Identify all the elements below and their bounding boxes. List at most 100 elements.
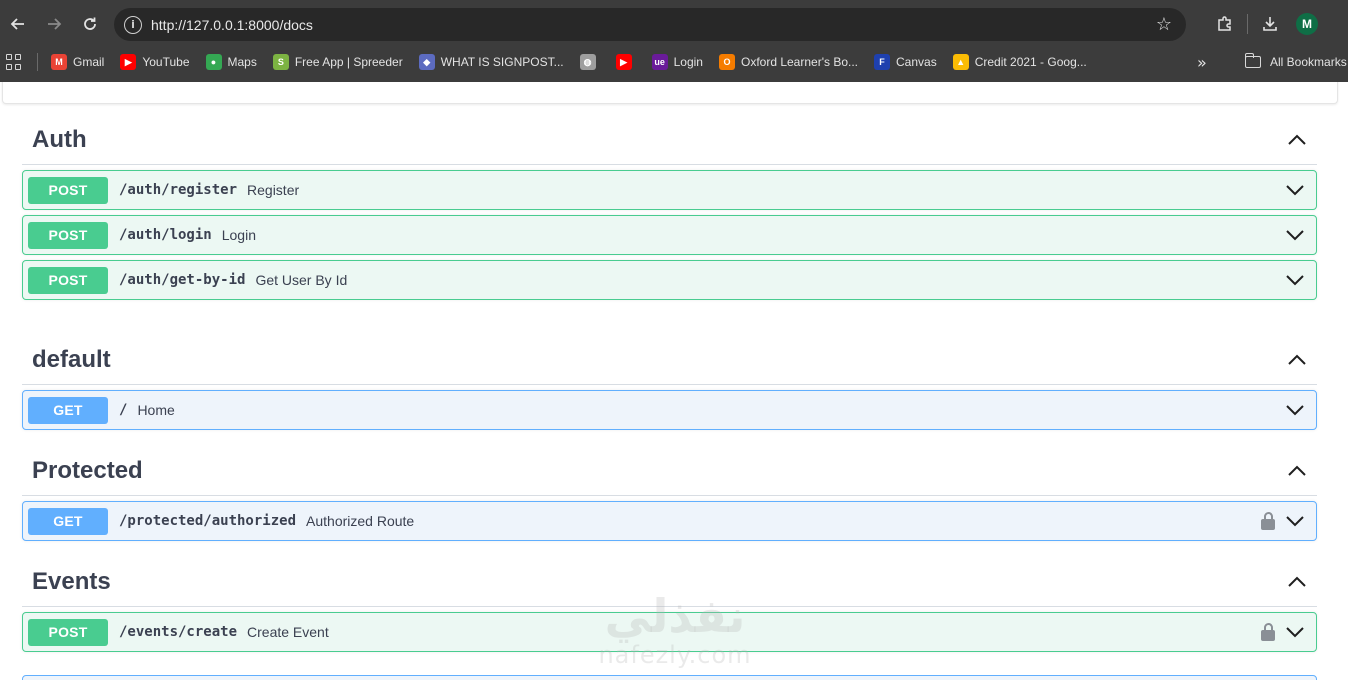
operation-post[interactable]: POST/auth/login Login bbox=[22, 215, 1317, 255]
tag-section-auth: Auth POST/auth/register Register POST/auth/… bbox=[22, 115, 1317, 300]
tag-header[interactable]: Auth bbox=[22, 115, 1317, 165]
endpoint-path: /auth/get-by-id bbox=[119, 272, 246, 288]
chevron-up-icon[interactable] bbox=[1277, 120, 1317, 160]
download-icon bbox=[1263, 17, 1277, 31]
profile-avatar[interactable]: M bbox=[1296, 13, 1318, 35]
endpoint-summary: Login bbox=[221, 227, 256, 243]
maps-icon: ● bbox=[205, 54, 222, 70]
tag-title: default bbox=[32, 345, 111, 373]
operation-controls bbox=[1284, 216, 1306, 254]
endpoint-path: /events/create bbox=[119, 624, 238, 640]
browser-chrome: i http://127.0.0.1:8000/docs ☆ M M Gmail ▶… bbox=[0, 0, 1348, 82]
chevron-down-icon[interactable] bbox=[1284, 621, 1306, 643]
forward-arrow-icon bbox=[48, 18, 62, 30]
operation-controls bbox=[1284, 261, 1306, 299]
bookmark-item[interactable]: ● Maps bbox=[205, 50, 257, 74]
folder-icon bbox=[1244, 53, 1261, 68]
bookmark-item[interactable]: O Oxford Learner's Bo... bbox=[718, 50, 858, 74]
info-card-bottom-edge bbox=[2, 82, 1338, 104]
bookmark-item[interactable]: M Gmail bbox=[51, 50, 104, 74]
chevron-down-icon[interactable] bbox=[1284, 510, 1306, 532]
swagger-docs-page: Auth POST/auth/register Register POST/auth/… bbox=[0, 82, 1348, 680]
endpoint-summary: Authorized Route bbox=[306, 513, 415, 529]
tag-section-protected: Protected GET/protected/authorized Authori… bbox=[22, 446, 1317, 541]
google-drive-icon: ▲ bbox=[952, 54, 969, 70]
operation-controls bbox=[1284, 171, 1306, 209]
all-bookmarks-label: All Bookmarks bbox=[1270, 55, 1347, 69]
chevron-up-icon[interactable] bbox=[1277, 562, 1317, 602]
chevron-down-icon[interactable] bbox=[1284, 269, 1306, 291]
all-bookmarks-button[interactable]: All Bookmarks bbox=[1244, 48, 1347, 76]
youtube-icon: ▶ bbox=[615, 54, 632, 70]
tag-title: Auth bbox=[32, 125, 87, 153]
bookmark-item[interactable]: ue Login bbox=[651, 50, 703, 74]
login-icon: ue bbox=[651, 54, 668, 70]
operation-post[interactable]: POST/auth/register Register bbox=[22, 170, 1317, 210]
operation-partial[interactable] bbox=[22, 675, 1317, 680]
bookmark-item[interactable]: ▶ YouTube bbox=[120, 50, 190, 74]
canvas-icon: F bbox=[874, 54, 890, 70]
endpoint-path: /auth/register bbox=[119, 182, 238, 198]
chevron-down-icon[interactable] bbox=[1284, 399, 1306, 421]
endpoint-summary: Create Event bbox=[247, 624, 329, 640]
downloads-button[interactable] bbox=[1252, 6, 1288, 42]
operation-controls bbox=[1260, 502, 1306, 540]
more-bookmarks-button[interactable]: » bbox=[1197, 48, 1207, 76]
endpoint-summary: Get User By Id bbox=[255, 272, 348, 288]
bookmark-label: WHAT IS SIGNPOST... bbox=[440, 55, 564, 69]
bookmark-item[interactable]: ◆ WHAT IS SIGNPOST... bbox=[418, 50, 564, 74]
menu-button[interactable] bbox=[1326, 6, 1348, 42]
oxford-icon: O bbox=[718, 54, 735, 70]
tag-section-default: default GET / Home bbox=[22, 335, 1317, 430]
bookmark-label: Gmail bbox=[73, 55, 105, 69]
spreeder-icon: S bbox=[272, 54, 289, 70]
reload-button[interactable] bbox=[72, 6, 108, 42]
method-badge: POST bbox=[28, 266, 108, 294]
method-badge: GET bbox=[28, 507, 108, 535]
operation-get[interactable]: GET/protected/authorized Authorized Route bbox=[22, 501, 1317, 541]
chevron-up-icon[interactable] bbox=[1277, 340, 1317, 380]
tag-header[interactable]: Protected bbox=[22, 446, 1317, 496]
back-arrow-icon bbox=[10, 18, 24, 30]
method-badge: GET bbox=[28, 396, 108, 424]
method-badge: POST bbox=[28, 176, 108, 204]
site-info-icon[interactable]: i bbox=[124, 15, 142, 34]
bookmark-item[interactable]: F Canvas bbox=[874, 50, 937, 74]
operation-controls bbox=[1260, 613, 1306, 651]
operation-get[interactable]: GET / Home bbox=[22, 390, 1317, 430]
chevron-down-icon[interactable] bbox=[1284, 224, 1306, 246]
apps-grid-icon[interactable] bbox=[6, 54, 22, 70]
method-badge: POST bbox=[28, 618, 108, 646]
endpoint-path: /auth/login bbox=[119, 227, 212, 243]
bookmark-item[interactable]: ▲ Credit 2021 - Goog... bbox=[952, 50, 1087, 74]
extensions-button[interactable] bbox=[1207, 6, 1243, 42]
forward-button[interactable] bbox=[36, 6, 72, 42]
bookmark-list: M Gmail ▶ YouTube ● Maps S Free App | Spreeder ◆… bbox=[51, 50, 1103, 74]
back-button[interactable] bbox=[0, 6, 36, 42]
bookmark-label: Free App | Spreeder bbox=[294, 55, 403, 69]
bookmark-item[interactable]: S Free App | Spreeder bbox=[272, 50, 403, 74]
operation-post[interactable]: POST/events/create Create Event bbox=[22, 612, 1317, 652]
bookmarks-bar: M Gmail ▶ YouTube ● Maps S Free App | Spreeder ◆… bbox=[0, 48, 1348, 76]
endpoint-path: / bbox=[119, 402, 128, 418]
address-bar[interactable]: i http://127.0.0.1:8000/docs ☆ bbox=[114, 8, 1186, 41]
tag-header[interactable]: default bbox=[22, 335, 1317, 385]
tag-title: Events bbox=[32, 567, 111, 595]
url-text[interactable]: http://127.0.0.1:8000/docs bbox=[151, 17, 313, 33]
bookmark-item[interactable]: ◍ bbox=[579, 50, 602, 74]
method-badge: POST bbox=[28, 221, 108, 249]
operation-controls bbox=[1284, 391, 1306, 429]
signpost-icon: ◆ bbox=[418, 54, 435, 70]
bookmark-star-icon[interactable]: ☆ bbox=[1156, 14, 1172, 35]
puzzle-icon bbox=[1218, 16, 1231, 31]
operation-post[interactable]: POST/auth/get-by-id Get User By Id bbox=[22, 260, 1317, 300]
reload-icon bbox=[84, 17, 96, 30]
chevron-down-icon[interactable] bbox=[1284, 179, 1306, 201]
tag-title: Protected bbox=[32, 456, 143, 484]
bookmark-item[interactable]: ▶ bbox=[615, 50, 638, 74]
lock-icon[interactable] bbox=[1260, 511, 1276, 531]
lock-icon[interactable] bbox=[1260, 622, 1276, 642]
endpoint-path: /protected/authorized bbox=[119, 513, 297, 529]
chevron-up-icon[interactable] bbox=[1277, 451, 1317, 491]
tag-header[interactable]: Events bbox=[22, 557, 1317, 607]
